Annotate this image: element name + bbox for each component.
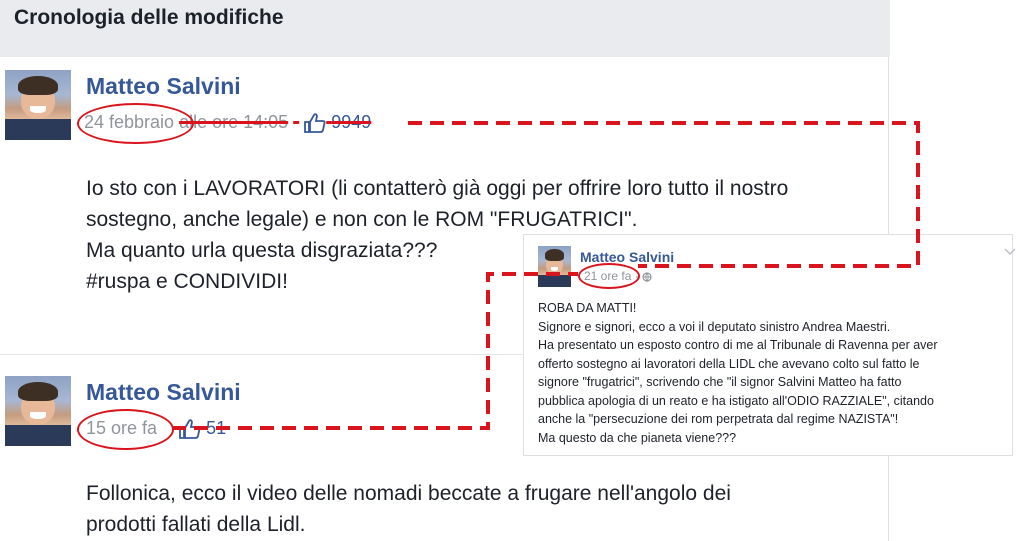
annotation-connectors [172, 121, 920, 430]
